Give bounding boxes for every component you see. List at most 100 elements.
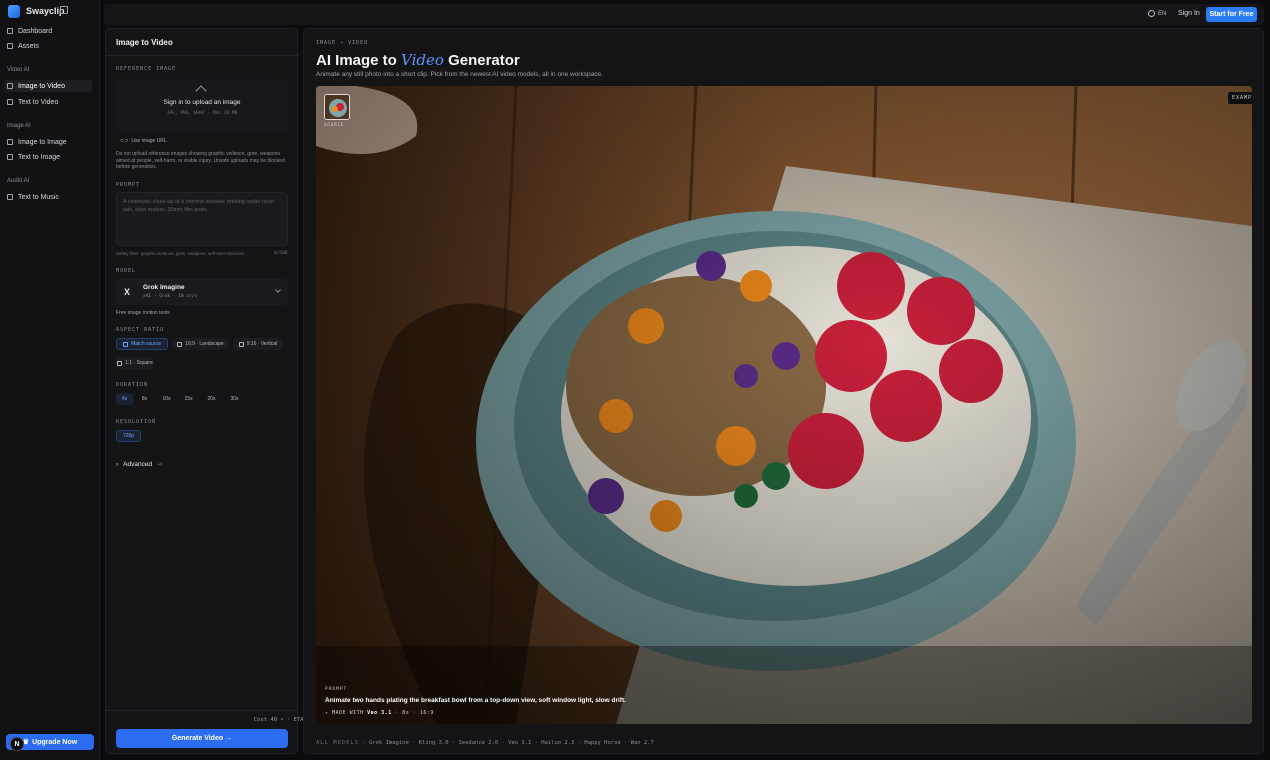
- made-with-info: ✦ MADE WITH Veo 3.1 · 8s · 16:9: [325, 710, 434, 716]
- text-icon: [7, 99, 13, 105]
- sidebar-item-label: Image to Image: [18, 138, 67, 146]
- shuffle-icon: [7, 139, 13, 145]
- xai-logo-icon: X: [124, 287, 131, 297]
- source-label: SOURCE: [324, 122, 345, 127]
- aspect-ratio-label: ASPECT RATIO: [116, 327, 165, 333]
- sidebar: Swayclip Dashboard Assets Video AI Image…: [0, 0, 100, 760]
- upgrade-label: Upgrade Now: [32, 738, 78, 746]
- sidebar-item-text-to-video[interactable]: Text to Video: [4, 96, 92, 108]
- sidebar-item-text-to-image[interactable]: Text to Image: [4, 151, 92, 163]
- sidebar-item-label: Text to Music: [18, 193, 59, 201]
- source-thumbnail[interactable]: [324, 94, 350, 120]
- use-image-url-link[interactable]: ⊂⊃ Use image URL: [120, 138, 167, 144]
- brand-name: Swayclip: [26, 6, 65, 16]
- chevron-right-icon: ›: [116, 461, 119, 468]
- music-icon: [7, 194, 13, 200]
- generate-video-button[interactable]: Generate Video →: [116, 729, 288, 748]
- language-label: EN: [1158, 10, 1167, 17]
- sparkle-icon: ✦: [325, 710, 329, 716]
- model-description: Free image motion tests: [116, 310, 170, 316]
- breakfast-bowl-image: [316, 86, 1252, 724]
- top-bar: [104, 4, 1264, 25]
- chip-label: 16:9 · Landscape: [185, 341, 224, 347]
- portrait-icon: [238, 341, 244, 347]
- language-selector[interactable]: EN: [1148, 10, 1166, 17]
- page-title: AI Image to Video Generator: [316, 51, 520, 69]
- upload-warning: Do not upload reference images showing g…: [116, 151, 285, 170]
- prompt-input[interactable]: A cinematic close-up of a chrome sneaker…: [116, 192, 288, 246]
- chip-label: 9:16 · Vertical: [246, 341, 278, 347]
- duration-30s[interactable]: 30s: [225, 393, 244, 405]
- resolution-label: RESOLUTION: [116, 419, 157, 425]
- start-for-free-button[interactable]: Start for Free: [1206, 7, 1257, 22]
- sidebar-item-image-to-image[interactable]: Image to Image: [4, 136, 92, 148]
- page-subtitle: Animate any still photo into a short cli…: [316, 71, 603, 78]
- upload-title: Sign in to upload an image: [163, 99, 241, 106]
- prompt-label: PROMPT: [116, 182, 141, 188]
- advanced-count: +0: [157, 461, 163, 468]
- aspect-16-9[interactable]: 16:9 · Landscape: [172, 338, 229, 350]
- duration-20s[interactable]: 20s: [202, 393, 221, 405]
- title-part: AI Image to: [316, 52, 402, 69]
- folder-icon: [7, 43, 13, 49]
- nav-group-image: Image AI: [7, 123, 31, 129]
- square-icon: [117, 360, 123, 366]
- duration-4s[interactable]: 4s: [116, 393, 133, 405]
- aspect-1-1[interactable]: 1:1 · Square: [116, 357, 154, 369]
- duration-15s[interactable]: 15s: [179, 393, 198, 405]
- example-prompt-text: Animate two hands plating the breakfast …: [325, 697, 626, 704]
- chip-label: Match source: [130, 341, 161, 347]
- sidebar-item-image-to-video[interactable]: Image to Video: [4, 80, 92, 92]
- models-list: ALL MODELS · Grok Imagine · Kling 3.0 · …: [316, 740, 654, 746]
- sidebar-toggle-icon[interactable]: [60, 6, 68, 14]
- square-icon: [122, 341, 128, 347]
- generation-panel: Image to Video REFERENCE IMAGE Sign in t…: [105, 28, 320, 754]
- made-with-duration: 8s: [402, 710, 410, 716]
- title-part: Generator: [443, 52, 520, 69]
- sidebar-item-text-to-music[interactable]: Text to Music: [4, 191, 92, 203]
- model-select[interactable]: X Grok Imagine xAI · Grok · 10 cr/s: [116, 279, 288, 305]
- duration-10s[interactable]: 10s: [157, 393, 176, 405]
- duration-label: DURATION: [116, 382, 149, 388]
- char-count: 0/500: [274, 251, 288, 256]
- example-badge: EXAMPLE: [1228, 92, 1252, 104]
- advanced-toggle[interactable]: › Advanced +0: [116, 461, 163, 468]
- resolution-720p[interactable]: 720p: [116, 430, 141, 442]
- model-meta: xAI · Grok · 10 cr/s: [143, 294, 198, 299]
- example-preview[interactable]: EXAMPLE SOURCE PROMPT Animate two hands …: [316, 86, 1252, 724]
- sidebar-item-dashboard[interactable]: Dashboard: [4, 25, 92, 37]
- sidebar-item-assets[interactable]: Assets: [4, 40, 92, 52]
- models-names: Grok Imagine · Kling 3.0 · Seedance 2.0 …: [369, 740, 654, 746]
- sidebar-item-label: Dashboard: [18, 27, 53, 35]
- sign-in-link[interactable]: Sign In: [1178, 10, 1200, 17]
- chip-label: 1:1 · Square: [125, 360, 153, 366]
- brand[interactable]: Swayclip: [8, 4, 65, 18]
- upload-subtitle: JPG, PNG, WebP · Max 10 MB: [166, 111, 238, 116]
- home-icon: [7, 28, 13, 34]
- source-thumbnail-image: [325, 95, 349, 119]
- model-name: Grok Imagine: [143, 284, 185, 291]
- swayclip-logo-icon: [8, 4, 20, 18]
- model-label: MODEL: [116, 268, 137, 274]
- link-icon: ⊂⊃: [120, 138, 129, 144]
- globe-icon: [1148, 10, 1155, 17]
- breadcrumb: IMAGE → VIDEO: [316, 40, 369, 46]
- aspect-9-16[interactable]: 9:16 · Vertical: [233, 338, 283, 350]
- main-content: IMAGE → VIDEO AI Image to Video Generato…: [303, 28, 1264, 754]
- avatar[interactable]: N: [10, 737, 24, 751]
- made-with-ratio: 16:9: [419, 710, 434, 716]
- divider: [106, 55, 299, 56]
- image-icon: [7, 83, 13, 89]
- aspect-match-source[interactable]: Match source: [116, 338, 168, 350]
- made-with-label: MADE WITH: [332, 710, 364, 716]
- sidebar-item-label: Text to Video: [18, 98, 59, 106]
- nav-group-video: Video AI: [7, 67, 30, 73]
- title-highlight: Video: [401, 51, 444, 69]
- duration-8s[interactable]: 8s: [136, 393, 153, 405]
- divider: [106, 710, 299, 711]
- models-label: ALL MODELS: [316, 740, 360, 746]
- chevron-down-icon: [275, 287, 281, 293]
- made-with-model: Veo 3.1: [367, 710, 392, 716]
- sidebar-item-label: Image to Video: [18, 82, 65, 90]
- sidebar-item-label: Text to Image: [18, 153, 61, 161]
